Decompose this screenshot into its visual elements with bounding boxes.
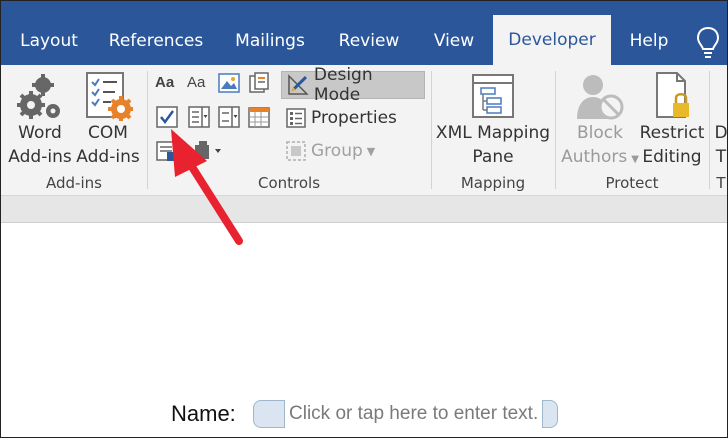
group-label-addins: Add-ins (46, 174, 102, 192)
templates-button-partial[interactable]: D T (711, 121, 728, 169)
picture-control-icon[interactable] (217, 71, 241, 95)
group-label-templates-partial: T (716, 174, 726, 192)
legacy-tools-icon[interactable] (191, 139, 227, 163)
templates-label-2: T (715, 147, 727, 167)
name-content-control[interactable]: Click or tap here to enter text. (253, 399, 559, 429)
word-addins-label-2: Add-ins (8, 147, 72, 167)
restrict-editing-icon (656, 72, 689, 118)
block-authors-button[interactable]: Block Authors ▼ (557, 121, 643, 172)
lightbulb-icon[interactable] (695, 25, 721, 59)
tab-help[interactable]: Help (617, 19, 681, 63)
restrict-editing-label-1: Restrict (639, 123, 705, 143)
design-mode-icon (288, 74, 309, 95)
group-label-controls: Controls (257, 174, 321, 192)
com-addins-label-1: COM (88, 123, 128, 143)
date-picker-control-icon[interactable] (247, 105, 271, 129)
plain-text-control-icon[interactable]: Aa (187, 71, 211, 95)
checkbox-control-icon[interactable] (155, 105, 179, 129)
word-window: Layout References Mailings Review View D… (0, 0, 728, 438)
restrict-editing-label-2: Editing (642, 147, 702, 167)
ribbon-developer: Word Add-ins COM Add-ins Add-ins Aa Aa D… (1, 65, 728, 196)
xml-mapping-label-1: XML Mapping (435, 123, 551, 143)
group-button[interactable]: Group ▼ (285, 138, 385, 164)
tab-references[interactable]: References (101, 19, 211, 63)
document-page[interactable]: Name: Click or tap here to enter text. (1, 223, 727, 437)
block-authors-icon (577, 75, 624, 120)
block-authors-label-2: Authors (561, 147, 628, 167)
tab-developer[interactable]: Developer (493, 15, 611, 65)
group-label: Group (311, 141, 363, 161)
content-control-handle-left[interactable] (253, 400, 285, 428)
group-separator (147, 71, 148, 189)
design-mode-label: Design Mode (313, 65, 373, 105)
com-addins-icon (86, 72, 133, 121)
ruler-strip (1, 196, 727, 223)
group-label-protect: Protect (605, 174, 659, 192)
repeating-section-control-icon[interactable] (155, 139, 193, 163)
templates-label-1: D (714, 123, 728, 143)
rich-text-control-icon[interactable]: Aa (155, 71, 179, 95)
properties-button[interactable]: Properties (285, 105, 421, 131)
combo-box-control-icon[interactable] (187, 105, 211, 129)
word-addins-button[interactable]: Word Add-ins (7, 121, 73, 169)
properties-label: Properties (311, 108, 397, 128)
building-block-control-icon[interactable] (247, 71, 271, 95)
xml-mapping-pane-button[interactable]: XML Mapping Pane (431, 121, 555, 169)
name-field-label: Name: (171, 401, 236, 426)
properties-icon (286, 108, 306, 128)
group-label-mapping: Mapping (460, 174, 526, 192)
restrict-editing-button[interactable]: Restrict Editing (637, 121, 707, 169)
dropdown-list-control-icon[interactable] (217, 105, 241, 129)
tab-mailings[interactable]: Mailings (225, 19, 315, 63)
tab-view[interactable]: View (421, 19, 487, 63)
ribbon-tab-bar: Layout References Mailings Review View D… (1, 1, 727, 65)
xml-mapping-label-2: Pane (472, 147, 514, 167)
word-addins-label-1: Word (18, 123, 62, 143)
tab-review[interactable]: Review (329, 19, 409, 63)
com-addins-button[interactable]: COM Add-ins (75, 121, 141, 169)
content-control-handle-right[interactable] (542, 400, 559, 428)
content-control-placeholder[interactable]: Click or tap here to enter text. (285, 403, 542, 425)
tab-layout[interactable]: Layout (9, 19, 89, 63)
design-mode-button[interactable]: Design Mode (281, 65, 425, 105)
xml-mapping-pane-icon (472, 74, 514, 118)
block-authors-label-1: Block (577, 123, 623, 143)
chevron-down-icon: ▼ (366, 144, 376, 158)
com-addins-label-2: Add-ins (76, 147, 140, 167)
group-icon (286, 141, 306, 161)
gears-icon (17, 74, 60, 119)
group-separator (709, 71, 710, 189)
group-separator (555, 71, 556, 189)
